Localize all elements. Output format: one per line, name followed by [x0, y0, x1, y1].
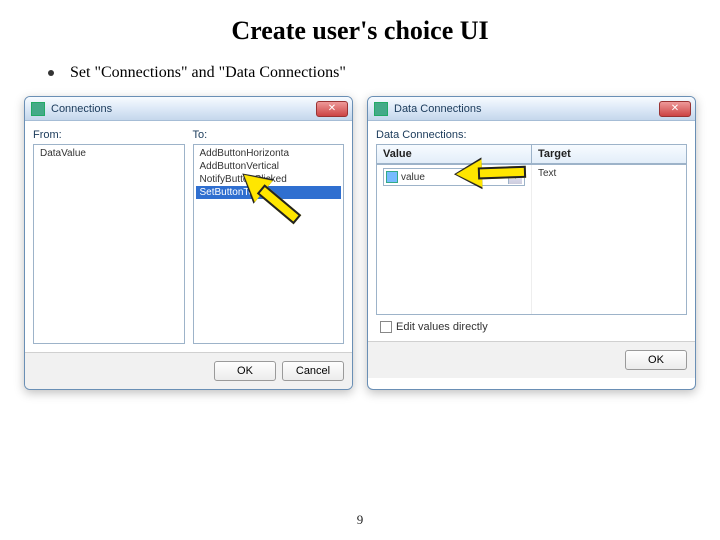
- target-cell[interactable]: Text: [531, 165, 686, 314]
- column-header-target[interactable]: Target: [531, 145, 686, 164]
- list-item[interactable]: AddButtonHorizonta: [196, 147, 342, 160]
- data-connections-label: Data Connections:: [376, 129, 687, 141]
- close-button[interactable]: ✕: [316, 101, 348, 117]
- button-bar: OK: [368, 341, 695, 378]
- target-text: Text: [538, 168, 556, 179]
- connections-dialog: Connections ✕ From: DataValue To: AddBut…: [24, 96, 353, 390]
- button-bar: OK Cancel: [25, 352, 352, 389]
- titlebar: Connections ✕: [25, 97, 352, 121]
- bullet-dot: [48, 70, 54, 76]
- dialog-title: Data Connections: [394, 103, 659, 115]
- titlebar: Data Connections ✕: [368, 97, 695, 121]
- list-item[interactable]: AddButtonVertical: [196, 160, 342, 173]
- combo-text: value: [401, 172, 425, 183]
- dialog-title: Connections: [51, 103, 316, 115]
- dialog-row: Connections ✕ From: DataValue To: AddBut…: [0, 82, 720, 390]
- from-label: From:: [33, 129, 185, 141]
- close-button[interactable]: ✕: [659, 101, 691, 117]
- ok-button[interactable]: OK: [625, 350, 687, 370]
- from-listbox[interactable]: DataValue: [33, 144, 185, 344]
- page-number: 9: [0, 512, 720, 528]
- bullet-text: Set "Connections" and "Data Connections": [70, 64, 346, 81]
- edit-values-row[interactable]: Edit values directly: [376, 315, 687, 333]
- cancel-button[interactable]: Cancel: [282, 361, 344, 381]
- callout-arrow: [456, 160, 527, 188]
- bullet-line: Set "Connections" and "Data Connections": [0, 46, 720, 82]
- data-connections-dialog: Data Connections ✕ Data Connections: Val…: [367, 96, 696, 390]
- slide-title: Create user's choice UI: [0, 0, 720, 46]
- ok-button[interactable]: OK: [214, 361, 276, 381]
- app-icon: [374, 102, 388, 116]
- to-label: To:: [193, 129, 345, 141]
- app-icon: [31, 102, 45, 116]
- checkbox[interactable]: [380, 321, 392, 333]
- combo-icon: [386, 171, 398, 183]
- list-item[interactable]: DataValue: [36, 147, 182, 160]
- edit-values-label: Edit values directly: [396, 321, 488, 333]
